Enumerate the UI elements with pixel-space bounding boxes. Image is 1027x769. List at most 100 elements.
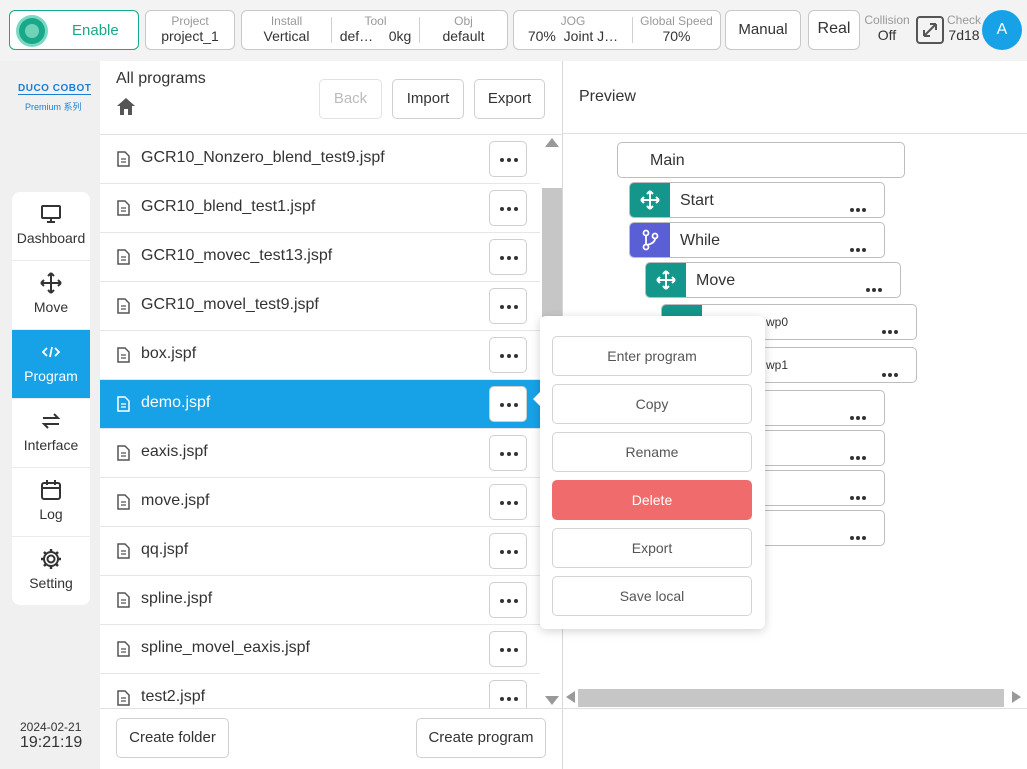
obj-label: Obj [454, 14, 473, 28]
manual-mode-button[interactable]: Manual [725, 10, 801, 50]
file-more-button[interactable] [489, 288, 527, 324]
nav-item-dashboard[interactable]: Dashboard [12, 192, 90, 261]
install-tool-obj-panel[interactable]: Install Vertical Tool def… 0kg Obj defau… [241, 10, 508, 50]
file-name: demo.jspf [141, 394, 211, 411]
file-row[interactable]: GCR10_movel_test9.jspf [100, 282, 540, 331]
file-row[interactable]: test2.jspf [100, 674, 540, 708]
file-name: qq.jspf [141, 541, 189, 558]
real-mode-button[interactable]: Real [808, 10, 860, 50]
global-speed-label: Global Speed [640, 14, 713, 28]
node-more-icon[interactable] [848, 447, 866, 465]
file-more-button[interactable] [489, 386, 527, 422]
file-more-button[interactable] [489, 190, 527, 226]
file-row[interactable]: move.jspf [100, 478, 540, 527]
scroll-down-arrow-icon[interactable] [545, 696, 559, 705]
node-more-icon[interactable] [880, 321, 898, 339]
file-context-menu: Enter program Copy Rename Delete Export … [533, 316, 765, 629]
node-more-icon[interactable] [848, 487, 866, 505]
file-row[interactable]: demo.jspf [100, 380, 540, 429]
file-row[interactable]: box.jspf [100, 331, 540, 380]
nav-item-program[interactable]: Program [12, 330, 90, 399]
scroll-up-arrow-icon[interactable] [545, 138, 559, 147]
create-program-button[interactable]: Create program [416, 718, 546, 758]
node-more-icon[interactable] [848, 407, 866, 425]
tree-node-main[interactable]: Main [617, 142, 905, 178]
export-file-button[interactable]: Export [552, 528, 752, 568]
rename-button[interactable]: Rename [552, 432, 752, 472]
preview-hscrollbar[interactable] [578, 689, 1004, 707]
enter-program-button[interactable]: Enter program [552, 336, 752, 376]
tree-node-while[interactable]: While [629, 222, 885, 258]
file-name: test2.jspf [141, 688, 206, 705]
file-more-button[interactable] [489, 435, 527, 471]
nav-item-interface[interactable]: Interface [12, 399, 90, 468]
node-more-icon[interactable] [848, 199, 866, 217]
collision-value: Off [877, 27, 897, 43]
check-status[interactable]: Check 7d18 [944, 14, 984, 52]
file-name: move.jspf [141, 492, 210, 509]
import-button[interactable]: Import [392, 79, 464, 119]
copy-button[interactable]: Copy [552, 384, 752, 424]
file-icon [117, 200, 130, 216]
delete-button[interactable]: Delete [552, 480, 752, 520]
file-row[interactable]: eaxis.jspf [100, 429, 540, 478]
global-speed-value: 70% [662, 28, 691, 44]
check-label: Check [946, 14, 981, 27]
gear-icon [41, 549, 61, 569]
scroll-right-arrow-icon[interactable] [1012, 691, 1021, 703]
check-value: 7d18 [948, 27, 980, 43]
file-icon [117, 445, 130, 461]
node-more-icon[interactable] [848, 239, 866, 257]
file-more-button[interactable] [489, 582, 527, 618]
file-icon [117, 396, 130, 412]
list-scrollbar-thumb[interactable] [542, 188, 562, 324]
scroll-left-arrow-icon[interactable] [566, 691, 575, 703]
install-label: Install [270, 14, 303, 28]
tree-node-move[interactable]: Move [645, 262, 901, 298]
enable-button[interactable]: Enable [9, 10, 139, 50]
node-more-icon[interactable] [848, 527, 866, 545]
preview-title: Preview [579, 88, 636, 105]
tree-node-label: Start [680, 192, 714, 209]
nav-item-log[interactable]: Log [12, 468, 90, 537]
enable-label: Enable [72, 22, 119, 39]
file-more-button[interactable] [489, 533, 527, 569]
tool-payload: 0kg [388, 28, 412, 44]
node-more-icon[interactable] [864, 279, 882, 297]
file-row[interactable]: GCR10_Nonzero_blend_test9.jspf [100, 135, 540, 184]
file-icon [117, 641, 130, 657]
file-name: box.jspf [141, 345, 197, 362]
file-row[interactable]: spline.jspf [100, 576, 540, 625]
jog-mode: Joint J… [563, 28, 619, 44]
file-row[interactable]: spline_movel_eaxis.jspf [100, 625, 540, 674]
file-row[interactable]: GCR10_blend_test1.jspf [100, 184, 540, 233]
nav-item-setting[interactable]: Setting [12, 537, 90, 605]
tree-node-label: While [680, 232, 721, 249]
expand-icon[interactable] [916, 16, 944, 44]
monitor-icon [41, 205, 61, 223]
nav-label-log: Log [39, 506, 63, 522]
file-name: GCR10_Nonzero_blend_test9.jspf [141, 149, 385, 166]
file-row[interactable]: GCR10_movec_test13.jspf [100, 233, 540, 282]
nav-label-interface: Interface [23, 437, 79, 453]
file-more-button[interactable] [489, 631, 527, 667]
file-more-button[interactable] [489, 484, 527, 520]
back-button[interactable]: Back [319, 79, 382, 119]
project-selector[interactable]: Project project_1 [145, 10, 235, 50]
create-folder-button[interactable]: Create folder [116, 718, 229, 758]
save-local-button[interactable]: Save local [552, 576, 752, 616]
export-button[interactable]: Export [474, 79, 545, 119]
file-name: spline_movel_eaxis.jspf [141, 639, 310, 656]
collision-status[interactable]: Collision Off [862, 14, 912, 52]
file-more-button[interactable] [489, 680, 527, 708]
node-more-icon[interactable] [880, 364, 898, 382]
file-more-button[interactable] [489, 141, 527, 177]
file-more-button[interactable] [489, 239, 527, 275]
jog-speed-panel[interactable]: JOG 70% Joint J… Global Speed 70% [513, 10, 721, 50]
tree-node-start[interactable]: Start [629, 182, 885, 218]
home-icon[interactable] [116, 97, 136, 116]
file-more-button[interactable] [489, 337, 527, 373]
nav-item-move[interactable]: Move [12, 261, 90, 330]
file-row[interactable]: qq.jspf [100, 527, 540, 576]
avatar[interactable]: A [982, 10, 1022, 50]
